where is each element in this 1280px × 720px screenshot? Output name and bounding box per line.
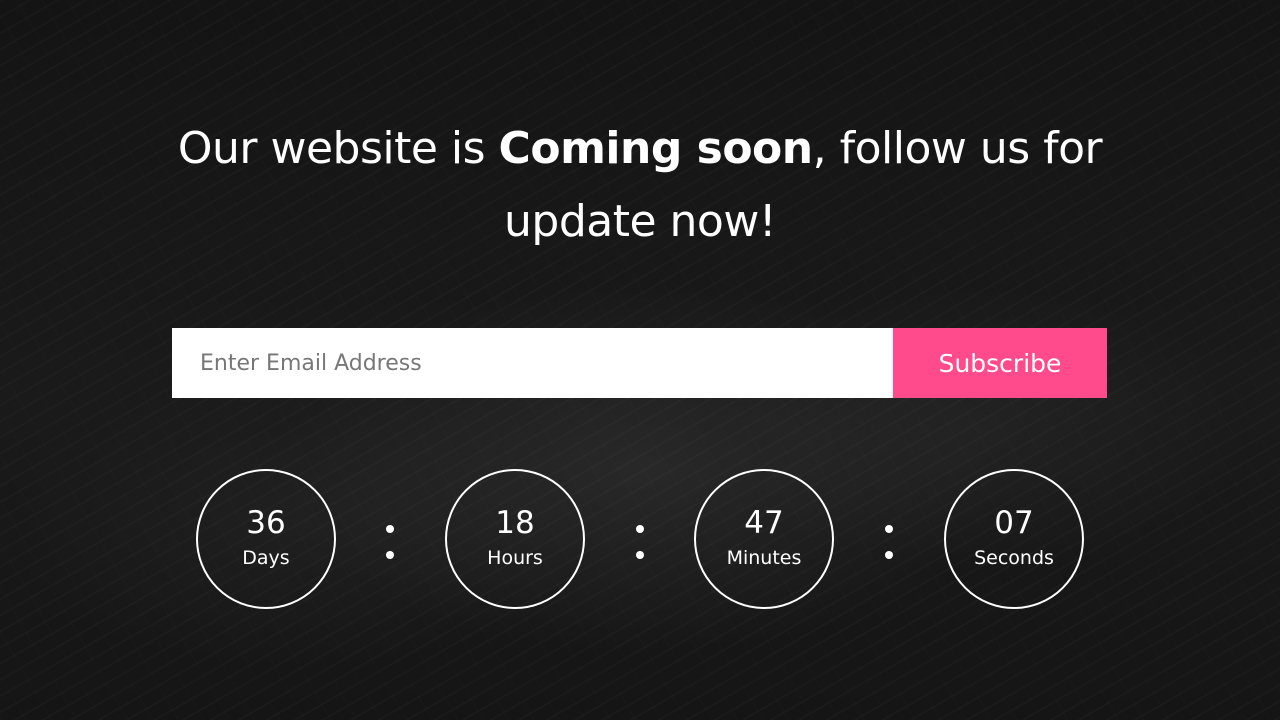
- hours-label: Hours: [487, 547, 543, 569]
- headline-emphasis: Coming soon: [498, 123, 814, 174]
- subscribe-button[interactable]: Subscribe: [893, 328, 1107, 398]
- days-value: 36: [246, 505, 286, 541]
- minutes-value: 47: [744, 505, 784, 541]
- countdown-timer: 36 Days 18 Hours 47 Minutes 07 Seconds: [196, 469, 1084, 609]
- headline-text-start: Our website is: [177, 123, 499, 174]
- seconds-label: Seconds: [974, 547, 1054, 569]
- headline: Our website is Coming soon, follow us fo…: [140, 112, 1140, 258]
- minutes-label: Minutes: [726, 547, 802, 569]
- colon-separator: [636, 525, 644, 559]
- minutes-counter: 47 Minutes: [694, 469, 834, 609]
- days-counter: 36 Days: [196, 469, 336, 609]
- hours-value: 18: [495, 505, 535, 541]
- seconds-value: 07: [994, 505, 1034, 541]
- days-label: Days: [242, 547, 290, 569]
- colon-separator: [885, 525, 893, 559]
- seconds-counter: 07 Seconds: [944, 469, 1084, 609]
- subscribe-form: Subscribe: [172, 328, 1107, 398]
- colon-separator: [386, 525, 394, 559]
- email-input[interactable]: [172, 328, 893, 398]
- hours-counter: 18 Hours: [445, 469, 585, 609]
